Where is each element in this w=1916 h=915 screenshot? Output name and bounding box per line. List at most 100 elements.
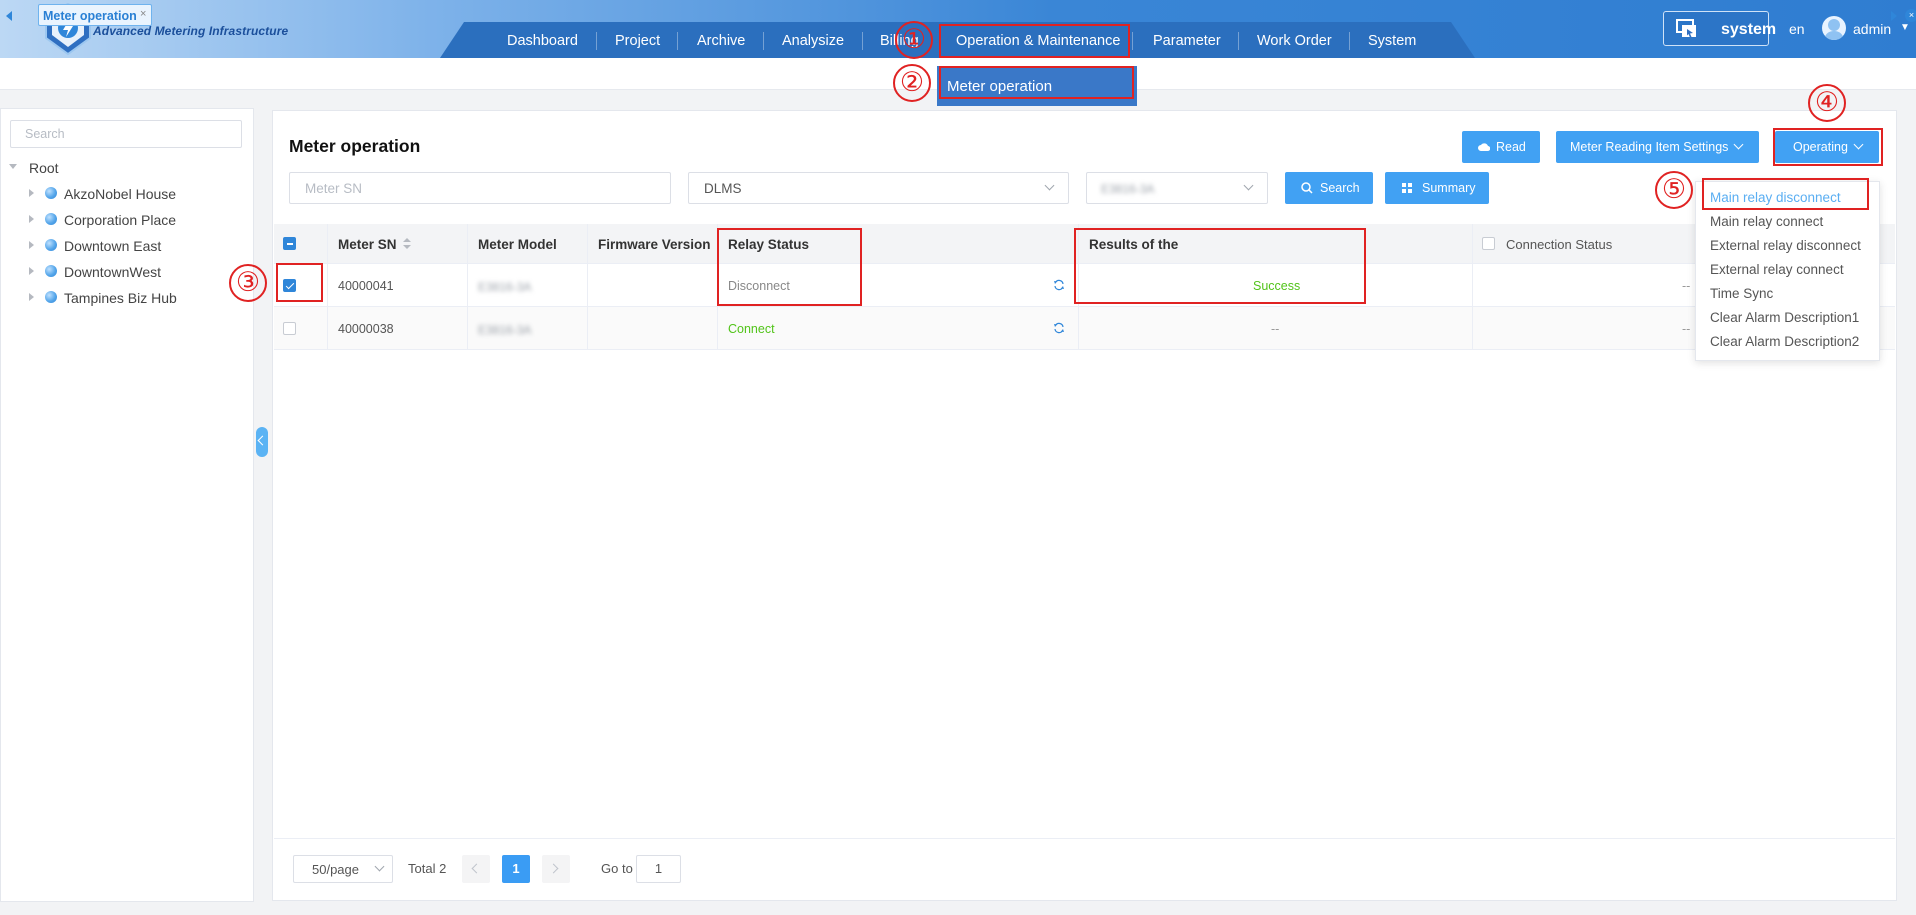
cell-relay-status: Connect: [728, 322, 775, 336]
tree-item-akzonobel-house[interactable]: AkzoNobel House: [64, 184, 176, 204]
user-name[interactable]: admin: [1853, 21, 1891, 37]
globe-icon: [45, 239, 57, 251]
expand-icon[interactable]: [9, 164, 17, 169]
protocol-value: DLMS: [704, 181, 742, 196]
tree-item-tampines-biz-hub[interactable]: Tampines Biz Hub: [64, 288, 177, 308]
page-number-current[interactable]: 1: [502, 855, 530, 883]
nav-work-order[interactable]: Work Order: [1257, 33, 1332, 49]
nav-analysize[interactable]: Analysize: [782, 33, 844, 49]
column-divider: [587, 224, 588, 350]
meter-model-select[interactable]: E3816-3A: [1086, 172, 1268, 204]
chevron-down-icon: [1733, 139, 1744, 150]
page-title: Meter operation: [289, 136, 421, 156]
cell-connection-status: --: [1682, 279, 1691, 293]
row-checkbox[interactable]: [283, 322, 296, 335]
tree-item-corporation-place[interactable]: Corporation Place: [64, 210, 176, 230]
globe-icon: [45, 291, 57, 303]
select-all-checkbox[interactable]: [283, 237, 296, 250]
menu-item-time-sync[interactable]: Time Sync: [1710, 286, 1773, 301]
menu-item-external-relay-connect[interactable]: External relay connect: [1710, 262, 1844, 277]
expand-icon[interactable]: [29, 293, 34, 301]
footer-divider: [274, 838, 1895, 839]
next-page-button[interactable]: [542, 855, 570, 883]
tab-scroll-left-icon[interactable]: [6, 11, 12, 21]
meter-sn-placeholder: Meter SN: [305, 181, 363, 196]
total-count: Total 2: [408, 861, 447, 876]
nav-separator: [1238, 32, 1239, 50]
summary-button[interactable]: Summary: [1385, 172, 1489, 204]
search-placeholder: Search: [25, 127, 65, 141]
tab-scroll-right-icon[interactable]: [1891, 11, 1897, 21]
annotation-marker: ①: [895, 21, 933, 59]
column-header-meter-sn[interactable]: Meter SN: [338, 237, 397, 252]
tree-root[interactable]: Root: [29, 158, 59, 178]
search-button[interactable]: Search: [1285, 172, 1373, 204]
chevron-down-icon: [1044, 180, 1055, 191]
system-switch-button[interactable]: system: [1663, 11, 1776, 46]
avatar[interactable]: [1822, 16, 1846, 40]
nav-separator: [1132, 32, 1133, 50]
close-icon[interactable]: ×: [140, 8, 146, 20]
prev-page-button[interactable]: [462, 855, 490, 883]
cell-meter-sn: 40000038: [338, 322, 394, 336]
column-divider: [467, 224, 468, 350]
annotation-box: [939, 66, 1134, 99]
chevron-down-icon: [374, 861, 385, 872]
nav-parameter[interactable]: Parameter: [1153, 33, 1221, 49]
summary-button-label: Summary: [1422, 181, 1476, 195]
annotation-box: [1773, 128, 1883, 166]
expand-icon[interactable]: [29, 215, 34, 223]
menu-item-external-relay-disconnect[interactable]: External relay disconnect: [1710, 238, 1861, 253]
tree-item-downtown-east[interactable]: Downtown East: [64, 236, 161, 256]
collapse-sidebar-button[interactable]: [256, 427, 268, 457]
chevron-right-icon: [548, 863, 559, 874]
nav-system[interactable]: System: [1368, 33, 1416, 49]
sort-icon[interactable]: [403, 238, 411, 250]
nav-dashboard[interactable]: Dashboard: [507, 33, 578, 49]
close-all-tabs-icon[interactable]: ×: [1905, 9, 1916, 22]
settings-button-label: Meter Reading Item Settings: [1570, 140, 1729, 154]
menu-item-main-relay-connect[interactable]: Main relay connect: [1710, 214, 1823, 229]
expand-icon[interactable]: [29, 267, 34, 275]
protocol-select[interactable]: DLMS: [688, 172, 1069, 204]
tab-label: Meter operation: [43, 9, 137, 23]
expand-icon[interactable]: [29, 241, 34, 249]
nav-separator: [763, 32, 764, 50]
connection-status-checkbox[interactable]: [1482, 237, 1495, 250]
nav-archive[interactable]: Archive: [697, 33, 745, 49]
tree-search-input[interactable]: Search: [10, 120, 242, 148]
search-icon: [1301, 182, 1313, 194]
nav-separator: [862, 32, 863, 50]
search-button-label: Search: [1320, 181, 1360, 195]
annotation-box: [939, 24, 1130, 58]
page-size-value: 50/page: [312, 862, 359, 877]
nav-project[interactable]: Project: [615, 33, 660, 49]
goto-page-input[interactable]: 1: [636, 855, 681, 883]
menu-item-clear-alarm-2[interactable]: Clear Alarm Description2: [1710, 334, 1859, 349]
globe-icon: [45, 187, 57, 199]
column-divider: [327, 224, 328, 350]
chevron-down-icon[interactable]: ▼: [1900, 22, 1910, 33]
meter-model-value: E3816-3A: [1101, 182, 1155, 196]
refresh-icon[interactable]: [1053, 279, 1065, 291]
column-header-connection-status: Connection Status: [1506, 237, 1613, 252]
annotation-box: [1074, 228, 1366, 304]
goto-label: Go to: [601, 861, 633, 876]
app-title: Advanced Metering Infrastructure: [93, 24, 289, 38]
page-size-select[interactable]: 50/page: [293, 855, 393, 883]
language-switch[interactable]: en: [1789, 21, 1805, 37]
nav-separator: [1349, 32, 1350, 50]
grid-icon: [1402, 183, 1412, 193]
tab-meter-operation[interactable]: Meter operation ×: [38, 4, 152, 26]
cell-meter-model: E3816-3A: [478, 280, 532, 294]
meter-reading-settings-button[interactable]: Meter Reading Item Settings: [1556, 131, 1759, 163]
read-button[interactable]: Read: [1462, 131, 1540, 163]
expand-icon[interactable]: [29, 189, 34, 197]
column-header-firmware: Firmware Version: [598, 237, 711, 252]
menu-item-clear-alarm-1[interactable]: Clear Alarm Description1: [1710, 310, 1859, 325]
refresh-icon[interactable]: [1053, 322, 1065, 334]
tree-item-downtownwest[interactable]: DowntownWest: [64, 262, 161, 282]
meter-sn-input[interactable]: Meter SN: [289, 172, 671, 204]
cell-connection-status: --: [1682, 322, 1691, 336]
annotation-box: [1702, 178, 1869, 210]
